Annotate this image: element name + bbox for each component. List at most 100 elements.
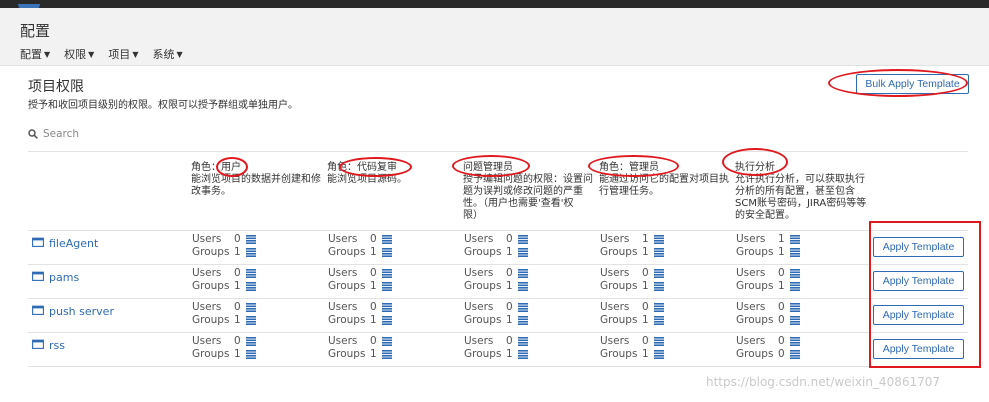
groups-count: 1 <box>370 348 377 360</box>
users-label: Users <box>328 301 358 313</box>
groups-count: 1 <box>778 246 785 258</box>
list-icon[interactable] <box>654 248 664 257</box>
users-label: Users <box>192 233 222 245</box>
project-link[interactable]: rss <box>32 339 65 352</box>
project-link[interactable]: push server <box>32 305 114 318</box>
list-icon[interactable] <box>790 282 800 291</box>
list-icon[interactable] <box>654 235 664 244</box>
menu-config[interactable]: 配置 ▼ <box>20 46 50 62</box>
column-desc-line: 性。（用户也需要'查看'权 <box>463 198 574 209</box>
list-icon[interactable] <box>246 282 256 291</box>
divider <box>28 151 968 152</box>
list-icon[interactable] <box>790 235 800 244</box>
groups-count: 1 <box>234 348 241 360</box>
list-icon[interactable] <box>246 235 256 244</box>
divider <box>28 366 968 367</box>
permission-cell: Users 0 Groups 1 <box>328 233 392 259</box>
list-icon[interactable] <box>518 248 528 257</box>
groups-count: 1 <box>234 280 241 292</box>
list-icon[interactable] <box>518 282 528 291</box>
list-icon[interactable] <box>246 248 256 257</box>
users-label: Users <box>328 233 358 245</box>
list-icon[interactable] <box>654 303 664 312</box>
project-link[interactable]: fileAgent <box>32 237 98 250</box>
menu-projects[interactable]: 项目 ▼ <box>108 46 138 62</box>
list-icon[interactable] <box>382 235 392 244</box>
list-icon[interactable] <box>382 337 392 346</box>
groups-label: Groups <box>192 314 230 326</box>
list-icon[interactable] <box>382 316 392 325</box>
divider <box>28 332 968 333</box>
users-label: Users <box>464 267 494 279</box>
permission-cell: Users 0 Groups 1 <box>736 267 800 293</box>
annotation-oval <box>339 157 412 177</box>
list-icon[interactable] <box>654 350 664 359</box>
list-icon[interactable] <box>382 350 392 359</box>
search-input[interactable]: Search <box>43 128 79 140</box>
list-icon[interactable] <box>790 350 800 359</box>
list-icon[interactable] <box>654 269 664 278</box>
list-icon[interactable] <box>382 269 392 278</box>
annotation-oval <box>722 148 788 176</box>
list-icon[interactable] <box>382 303 392 312</box>
groups-label: Groups <box>192 246 230 258</box>
list-icon[interactable] <box>518 350 528 359</box>
page-description: 授予和收回项目级别的权限。权限可以授予群组或单独用户。 <box>28 100 298 111</box>
list-icon[interactable] <box>654 316 664 325</box>
users-count: 0 <box>778 267 785 279</box>
users-label: Users <box>328 267 358 279</box>
list-icon[interactable] <box>790 269 800 278</box>
users-label: Users <box>464 301 494 313</box>
users-count: 0 <box>234 267 241 279</box>
users-count: 0 <box>506 267 513 279</box>
list-icon[interactable] <box>382 282 392 291</box>
annotation-oval <box>452 155 530 177</box>
annotation-oval <box>588 155 679 177</box>
list-icon[interactable] <box>518 337 528 346</box>
permission-cell: Users 0 Groups 0 <box>736 335 800 361</box>
groups-count: 1 <box>642 314 649 326</box>
users-label: Users <box>192 335 222 347</box>
list-icon[interactable] <box>246 316 256 325</box>
users-label: Users <box>600 233 630 245</box>
list-icon[interactable] <box>246 350 256 359</box>
list-icon[interactable] <box>518 316 528 325</box>
users-label: Users <box>736 301 766 313</box>
users-count: 0 <box>778 301 785 313</box>
permission-cell: Users 0 Groups 1 <box>600 335 664 361</box>
list-icon[interactable] <box>654 337 664 346</box>
search-box[interactable]: Search <box>28 128 79 140</box>
project-link[interactable]: pams <box>32 271 79 284</box>
chevron-down-icon: ▼ <box>132 49 139 59</box>
users-count: 0 <box>370 233 377 245</box>
column-header-user-role: 角色：用户 能浏览项目的数据并创建和修 改事务。 <box>191 162 326 198</box>
menu-system[interactable]: 系统 ▼ <box>152 46 182 62</box>
divider <box>28 230 968 231</box>
users-count: 0 <box>778 335 785 347</box>
users-count: 0 <box>234 301 241 313</box>
groups-count: 1 <box>642 246 649 258</box>
permission-cell: Users 0 Groups 1 <box>600 267 664 293</box>
list-icon[interactable] <box>790 337 800 346</box>
users-count: 0 <box>506 233 513 245</box>
users-count: 0 <box>642 301 649 313</box>
list-icon[interactable] <box>518 303 528 312</box>
list-icon[interactable] <box>518 269 528 278</box>
list-icon[interactable] <box>790 248 800 257</box>
list-icon[interactable] <box>654 282 664 291</box>
column-desc-line: 题为误判或修改问题的严重 <box>463 186 583 197</box>
annotation-oval <box>828 69 968 97</box>
list-icon[interactable] <box>246 337 256 346</box>
list-icon[interactable] <box>382 248 392 257</box>
list-icon[interactable] <box>518 235 528 244</box>
list-icon[interactable] <box>246 303 256 312</box>
list-icon[interactable] <box>790 316 800 325</box>
chevron-down-icon: ▼ <box>88 49 95 59</box>
list-icon[interactable] <box>246 269 256 278</box>
watermark: https://blog.csdn.net/weixin_40861707 <box>706 375 941 389</box>
groups-count: 1 <box>234 314 241 326</box>
groups-label: Groups <box>328 246 366 258</box>
menu-permissions[interactable]: 权限 ▼ <box>64 46 94 62</box>
list-icon[interactable] <box>790 303 800 312</box>
header: 配置 配置 ▼ 权限 ▼ 项目 ▼ 系统 ▼ <box>0 8 989 66</box>
